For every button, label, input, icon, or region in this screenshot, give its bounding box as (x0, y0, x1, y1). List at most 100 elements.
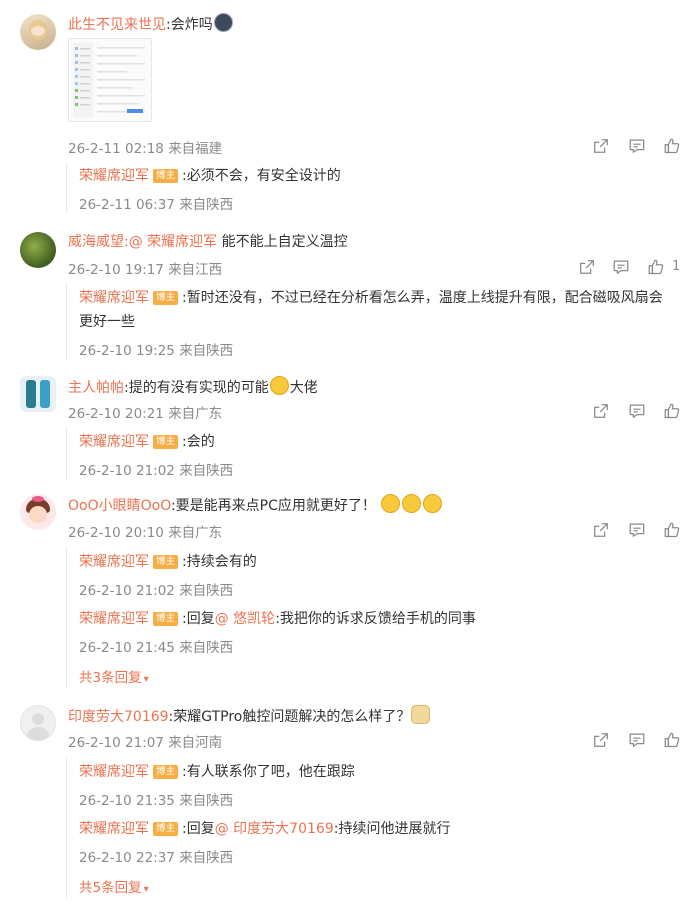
timestamp: 26-2-11 02:18 (68, 141, 164, 157)
more-replies-label: 共5条回复 (79, 880, 142, 896)
reply-line: 荣耀席迎军 博主:暂时还没有，不过已经在分析看怎么弄，温度上线提升有限，配合磁吸风… (79, 288, 663, 308)
like-icon[interactable] (663, 137, 683, 157)
doge-emoji-icon (411, 705, 431, 724)
reply-username[interactable]: 荣耀席迎军 (79, 764, 149, 780)
timestamp: 26-2-10 20:21 (68, 406, 164, 422)
comment-line: 此生不见来世见:会炸吗 (68, 13, 234, 33)
avatar[interactable] (20, 494, 56, 530)
action-bar (592, 521, 682, 541)
reply-username[interactable]: 荣耀席迎军 (79, 611, 149, 627)
chevron-down-icon: ▾ (143, 884, 149, 895)
reply-text: 更好一些 (79, 314, 135, 330)
reply-meta: 26-2-10 22:37 来自陕西 (79, 846, 233, 866)
comment-text: :要是能再来点PC应用就更好了！ (170, 498, 376, 514)
reply-prefix: :回复 (182, 821, 215, 837)
share-icon[interactable] (592, 137, 612, 157)
username[interactable]: 威海威望 (68, 234, 124, 250)
mention-link[interactable]: :@ 荣耀席迎军 (124, 234, 217, 250)
reply-meta: 26-2-10 21:35 来自陕西 (79, 789, 233, 809)
reply-list: 荣耀席迎军 博主:会的 26-2-10 21:02 来自陕西 (66, 428, 687, 480)
share-icon[interactable] (592, 731, 612, 751)
reply-list: 荣耀席迎军 博主:有人联系你了吧，他在跟踪 26-2-10 21:35 来自陕西 … (66, 758, 687, 898)
like-icon[interactable] (647, 258, 667, 278)
mention-link[interactable]: @ 悠凯轮 (215, 611, 275, 627)
avatar[interactable] (20, 232, 56, 268)
comment-icon[interactable] (628, 521, 648, 541)
reply-meta: 26-2-10 21:02 来自陕西 (79, 459, 233, 479)
action-bar (592, 731, 682, 751)
comment-meta: 26-2-10 20:21 来自广东 (68, 402, 222, 422)
comment-icon[interactable] (612, 258, 632, 278)
more-replies-link[interactable]: 共5条回复 ▾ (79, 876, 149, 896)
reply-text: :会的 (182, 434, 215, 450)
reply-line: 荣耀席迎军 博主:回复@ 印度劳大70169:持续问他进展就行 (79, 819, 450, 839)
like-icon[interactable] (663, 521, 683, 541)
reply-username[interactable]: 荣耀席迎军 (79, 290, 149, 306)
like-icon[interactable] (663, 402, 683, 422)
action-bar (592, 137, 682, 157)
author-badge: 博主 (153, 555, 179, 569)
timestamp: 26-2-10 19:17 (68, 262, 164, 278)
crying-emoji-icon (423, 494, 443, 513)
reply-meta: 26-2-10 21:45 来自陕西 (79, 636, 233, 656)
comment-text-suffix: 大佬 (289, 380, 318, 396)
share-icon[interactable] (592, 402, 612, 422)
avatar[interactable] (20, 14, 56, 50)
username[interactable]: OoO小眼睛OoO (68, 498, 171, 514)
avatar[interactable] (20, 376, 56, 412)
location: 来自广东 (168, 406, 223, 422)
like-icon[interactable] (663, 731, 683, 751)
laughing-emoji-icon (269, 376, 289, 395)
reply-list: 荣耀席迎军 博主:持续会有的 26-2-10 21:02 来自陕西 荣耀席迎军 博主… (66, 548, 687, 688)
reply-line: 荣耀席迎军 博主:会的 (79, 432, 215, 452)
timestamp: 26-2-10 19:25 (79, 343, 175, 359)
reply-text: :有人联系你了吧，他在跟踪 (182, 764, 355, 780)
location: 来自福建 (168, 141, 223, 157)
comment-text: :会炸吗 (166, 17, 213, 33)
grimace-emoji-icon (213, 13, 233, 32)
reply-username[interactable]: 荣耀席迎军 (79, 821, 149, 837)
timestamp: 26-2-10 21:35 (79, 793, 175, 809)
reply-meta: 26-2-10 19:25 来自陕西 (79, 339, 233, 359)
author-badge: 博主 (153, 765, 179, 779)
comment-image-thumbnail[interactable] (68, 38, 152, 122)
author-badge: 博主 (153, 435, 179, 449)
comment-icon[interactable] (628, 731, 648, 751)
comment-icon[interactable] (628, 137, 648, 157)
comment-icon[interactable] (628, 402, 648, 422)
username[interactable]: 印度劳大70169 (68, 709, 169, 725)
timestamp: 26-2-10 21:02 (79, 583, 175, 599)
location: 来自河南 (168, 735, 223, 751)
more-replies-label: 共3条回复 (79, 670, 142, 686)
reply-meta: 26-2-11 06:37 来自陕西 (79, 193, 233, 213)
reply-username[interactable]: 荣耀席迎军 (79, 434, 149, 450)
like-count: 1 (672, 259, 681, 274)
reply-list: 荣耀席迎军 博主:暂时还没有，不过已经在分析看怎么弄，温度上线提升有限，配合磁吸风… (66, 284, 687, 360)
timestamp: 26-2-10 21:02 (79, 463, 175, 479)
reply-username[interactable]: 荣耀席迎军 (79, 554, 149, 570)
mention-link[interactable]: @ 印度劳大70169 (215, 821, 334, 837)
location: 来自陕西 (179, 640, 234, 656)
location: 来自陕西 (179, 850, 234, 866)
reply-meta: 26-2-10 21:02 来自陕西 (79, 579, 233, 599)
author-badge: 博主 (153, 169, 179, 183)
username[interactable]: 此生不见来世见 (68, 17, 166, 33)
timestamp: 26-2-10 21:45 (79, 640, 175, 656)
reply-text: :我把你的诉求反馈给手机的同事 (275, 611, 476, 627)
reply-line: 荣耀席迎军 博主:有人联系你了吧，他在跟踪 (79, 762, 355, 782)
crying-emoji-icon (381, 494, 401, 513)
reply-line: 荣耀席迎军 博主:回复@ 悠凯轮:我把你的诉求反馈给手机的同事 (79, 609, 476, 629)
share-icon[interactable] (592, 521, 612, 541)
username[interactable]: 主人帕帕 (68, 380, 124, 396)
comment-line: 威海威望:@ 荣耀席迎军 能不能上自定义温控 (68, 232, 348, 252)
location: 来自陕西 (179, 343, 234, 359)
reply-username[interactable]: 荣耀席迎军 (79, 168, 149, 184)
avatar[interactable] (20, 705, 56, 741)
more-replies-link[interactable]: 共3条回复 ▾ (79, 666, 149, 686)
timestamp: 26-2-10 21:07 (68, 735, 164, 751)
comment-meta: 26-2-10 19:17 来自江西 (68, 258, 222, 278)
timestamp: 26-2-10 20:10 (68, 525, 164, 541)
share-icon[interactable] (578, 258, 598, 278)
reply-text: :持续问他进展就行 (333, 821, 451, 837)
reply-text: :暂时还没有，不过已经在分析看怎么弄，温度上线提升有限，配合磁吸风扇会 (182, 290, 663, 306)
